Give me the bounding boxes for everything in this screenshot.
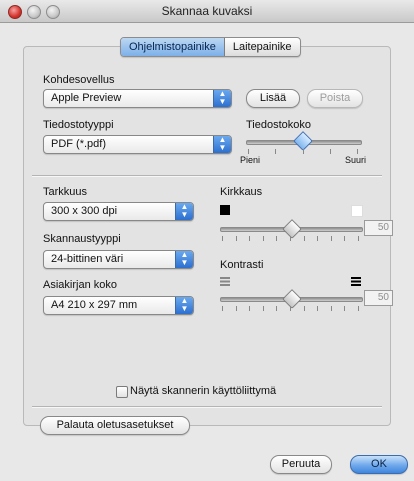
ok-button[interactable]: OK	[350, 455, 408, 474]
file-size-ticks	[248, 149, 358, 154]
resolution-select[interactable]: 300 x 300 dpi ▲ ▼	[43, 202, 194, 221]
scan-type-value: 24-bittinen väri	[51, 253, 124, 265]
brightness-ticks	[222, 236, 359, 241]
show-scanner-ui-label: Näytä skannerin käyttöliittymä	[130, 385, 277, 397]
file-type-select[interactable]: PDF (*.pdf) ▲ ▼	[43, 135, 232, 154]
tab-bar: Ohjelmistopainike Laitepainike	[120, 37, 301, 57]
tab-software-button[interactable]: Ohjelmistopainike	[121, 38, 225, 56]
remove-button[interactable]: Poista	[307, 89, 363, 108]
contrast-value-field[interactable]: 50	[364, 290, 393, 306]
popup-arrows-icon: ▲ ▼	[213, 136, 231, 153]
doc-size-select[interactable]: A4 210 x 297 mm ▲ ▼	[43, 296, 194, 315]
section-divider	[32, 175, 382, 177]
doc-size-label: Asiakirjan koko	[43, 279, 117, 291]
high-contrast-icon	[351, 277, 361, 286]
add-button[interactable]: Lisää	[246, 89, 300, 108]
light-swatch-icon	[351, 205, 363, 217]
scan-to-image-dialog: Skannaa kuvaksi Ohjelmistopainike Laitep…	[0, 0, 414, 481]
file-type-label: Tiedostotyyppi	[43, 119, 114, 131]
file-type-value: PDF (*.pdf)	[51, 138, 107, 150]
brightness-value-field[interactable]: 50	[364, 220, 393, 236]
target-app-value: Apple Preview	[51, 92, 122, 104]
file-size-max-label: Suuri	[345, 155, 367, 165]
contrast-ticks	[222, 306, 359, 311]
resolution-label: Tarkkuus	[43, 186, 88, 198]
scan-type-label: Skannaustyyppi	[43, 233, 121, 245]
popup-arrows-icon: ▲ ▼	[175, 251, 193, 268]
cancel-button[interactable]: Peruuta	[270, 455, 332, 474]
title-bar: Skannaa kuvaksi	[0, 0, 414, 23]
brightness-label: Kirkkaus	[220, 186, 263, 198]
scan-type-select[interactable]: 24-bittinen väri ▲ ▼	[43, 250, 194, 269]
doc-size-value: A4 210 x 297 mm	[51, 299, 138, 311]
popup-arrows-icon: ▲ ▼	[213, 90, 231, 107]
restore-defaults-button[interactable]: Palauta oletusasetukset	[40, 416, 190, 435]
contrast-label: Kontrasti	[220, 259, 264, 271]
dark-swatch-icon	[220, 205, 230, 215]
section-divider-bottom	[32, 406, 382, 408]
window-title: Skannaa kuvaksi	[161, 4, 253, 18]
target-app-label: Kohdesovellus	[43, 74, 115, 86]
resolution-value: 300 x 300 dpi	[51, 205, 118, 217]
file-size-min-label: Pieni	[240, 155, 261, 165]
file-size-label: Tiedostokoko	[246, 119, 312, 131]
show-scanner-ui-checkbox[interactable]	[116, 386, 128, 398]
target-app-select[interactable]: Apple Preview ▲ ▼	[43, 89, 232, 108]
popup-arrows-icon: ▲ ▼	[175, 203, 193, 220]
popup-arrows-icon: ▲ ▼	[175, 297, 193, 314]
tab-device-button[interactable]: Laitepainike	[225, 38, 300, 56]
low-contrast-icon	[220, 277, 230, 286]
